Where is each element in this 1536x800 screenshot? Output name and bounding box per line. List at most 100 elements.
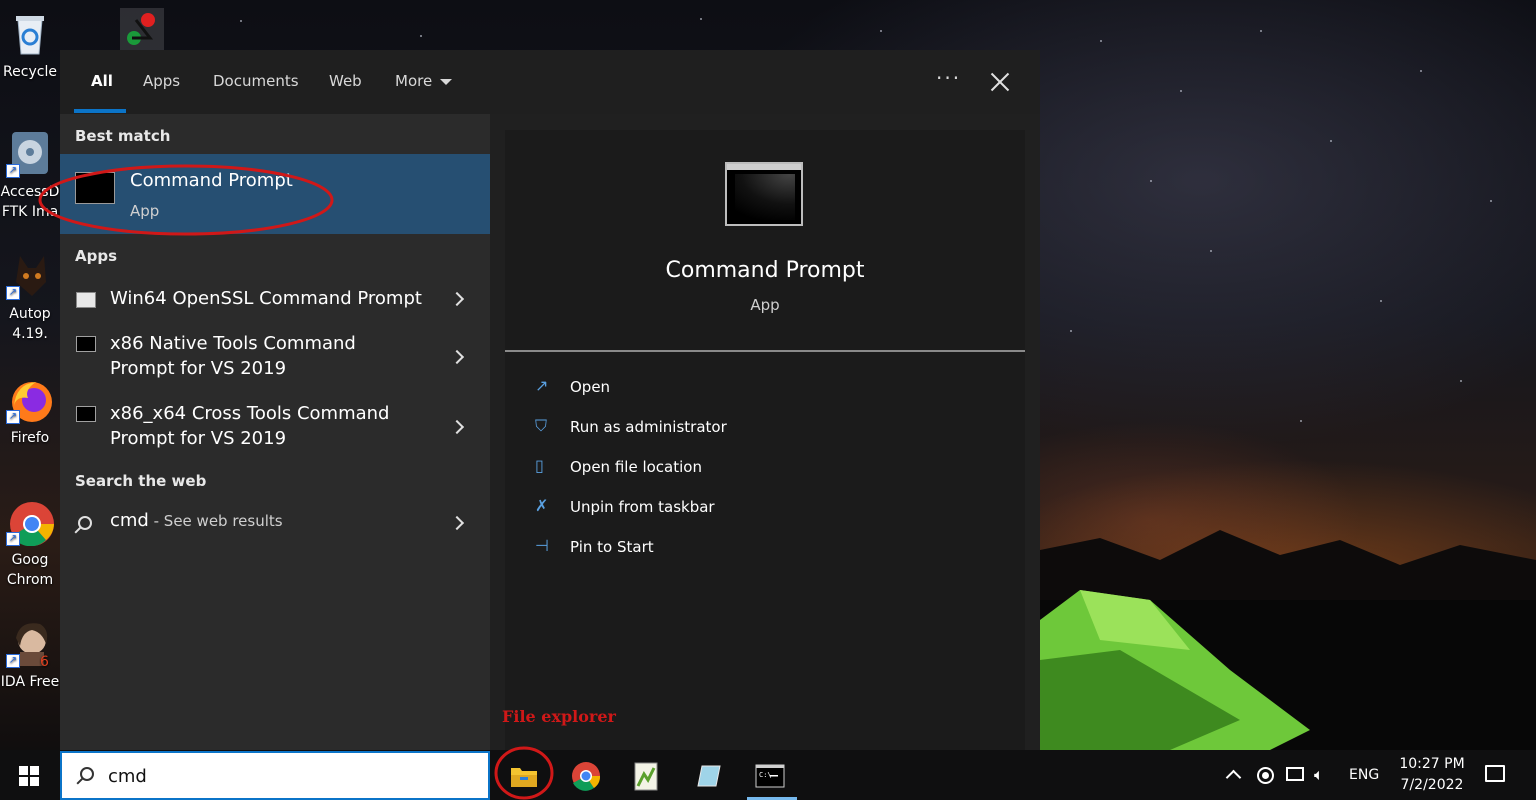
folder-location-icon: ▯ <box>535 456 544 475</box>
action-open-file-location[interactable]: ▯ Open file location <box>535 454 995 484</box>
search-web-heading: Search the web <box>75 472 207 490</box>
desktop-icon-label: Firefo <box>10 430 50 446</box>
desktop-icon-recycle-bin[interactable]: Recycle <box>0 10 60 82</box>
shortcut-arrow-icon: ↗ <box>6 164 20 178</box>
action-open[interactable]: ↗ Open <box>535 374 995 404</box>
active-tab-indicator <box>74 109 126 113</box>
desktop-icon-label-line2: 4.19. <box>12 326 48 342</box>
taskbar-command-prompt[interactable]: C:\ <box>752 758 788 794</box>
tab-apps[interactable]: Apps <box>143 72 180 90</box>
web-see-results: - See web results <box>148 512 283 530</box>
best-match-annotation-ellipse <box>38 164 334 236</box>
search-panel: All Apps Documents Web More ··· Best mat… <box>60 50 1040 750</box>
annotation-label: File explorer <box>502 707 616 726</box>
close-icon[interactable] <box>988 70 1012 94</box>
unpin-icon: ✗ <box>535 496 549 515</box>
taskbar-chrome[interactable] <box>568 758 604 794</box>
chevron-right-icon[interactable] <box>449 291 465 307</box>
notifications-icon[interactable] <box>1485 765 1505 782</box>
record-icon[interactable] <box>1257 767 1274 784</box>
desktop-icon-label-line2: Chrom <box>6 572 54 588</box>
chevron-right-icon[interactable] <box>449 349 465 365</box>
search-input[interactable] <box>108 761 468 791</box>
web-result-text: cmd - See web results <box>110 510 283 531</box>
app-result-win64-openssl[interactable]: Win64 OpenSSL Command Prompt <box>60 284 490 316</box>
svg-text:C:\: C:\ <box>759 771 772 779</box>
taskbar-app[interactable] <box>690 758 726 794</box>
preview-title: Command Prompt <box>665 258 865 283</box>
action-label: Open <box>570 378 611 396</box>
action-label: Unpin from taskbar <box>570 498 715 516</box>
desktop-icon-firefox[interactable]: ↗ Firefo <box>0 376 60 448</box>
search-icon <box>78 516 92 530</box>
chevron-right-icon[interactable] <box>449 515 465 531</box>
network-icon[interactable] <box>1286 767 1304 781</box>
chrome-icon <box>572 762 601 791</box>
web-result-cmd[interactable]: cmd - See web results <box>60 510 490 540</box>
action-pin-to-start[interactable]: ⊣ Pin to Start <box>535 534 995 564</box>
recycle-bin-icon <box>6 10 54 58</box>
preview-subtitle: App <box>750 296 780 314</box>
taskbar-notepad-plus[interactable] <box>628 758 664 794</box>
action-run-as-administrator[interactable]: ⛉ Run as administrator <box>535 414 995 444</box>
shield-icon: ⛉ <box>535 416 548 435</box>
tab-all[interactable]: All <box>91 72 113 90</box>
desktop-icon-label: Autop <box>9 306 51 322</box>
desktop-icon-label: Recycle <box>3 64 57 80</box>
command-prompt-icon: C:\ <box>755 764 785 788</box>
command-prompt-large-icon <box>725 162 803 226</box>
chevron-right-icon[interactable] <box>449 419 465 435</box>
windows-start-icon[interactable] <box>19 766 39 786</box>
clock-time: 10:27 PM <box>1399 756 1465 772</box>
open-icon: ↗ <box>535 376 549 395</box>
desktop-icon-chrome[interactable]: ↗ Goog Chrom <box>0 498 60 590</box>
openssl-icon <box>76 292 96 308</box>
system-tray: 🔈︎ ENG <box>1222 750 1386 800</box>
more-options-icon[interactable]: ··· <box>936 66 961 90</box>
ida-free-icon: 6 ↗ <box>6 620 54 670</box>
tab-more[interactable]: More <box>395 72 453 90</box>
app-icon <box>697 765 721 787</box>
taskbar-search-box[interactable] <box>60 751 490 800</box>
apps-heading: Apps <box>75 247 118 265</box>
command-prompt-icon <box>76 336 96 352</box>
tab-web[interactable]: Web <box>329 72 362 90</box>
best-match-heading: Best match <box>75 127 171 145</box>
preview-divider <box>505 350 1025 352</box>
file-explorer-annotation-circle <box>494 746 554 800</box>
volume-icon[interactable]: 🔈︎ <box>1314 765 1324 785</box>
search-icon <box>80 767 94 781</box>
shortcut-arrow-icon: ↗ <box>6 410 20 424</box>
clock[interactable]: 10:27 PM 7/2/2022 <box>1388 754 1476 796</box>
chevron-up-icon[interactable] <box>1225 769 1242 786</box>
pin-icon: ⊣ <box>535 536 549 555</box>
shortcut-arrow-icon: ↗ <box>6 654 20 668</box>
shortcut-arrow-icon: ↗ <box>6 532 20 546</box>
app-result-name: Win64 OpenSSL Command Prompt <box>110 288 422 309</box>
preview-pane: Command Prompt App ↗ Open ⛉ Run as admin… <box>505 130 1025 750</box>
search-tabs: All Apps Documents Web More ··· <box>60 50 1040 114</box>
clock-date: 7/2/2022 <box>1400 777 1464 793</box>
action-unpin-from-taskbar[interactable]: ✗ Unpin from taskbar <box>535 494 995 524</box>
app-shortcut-icon <box>118 8 166 56</box>
app-result-name: x86_x64 Cross Tools Command Prompt for V… <box>110 403 390 449</box>
web-query: cmd <box>110 510 149 531</box>
desktop-icon-autopsy[interactable]: ↗ Autop 4.19. <box>0 252 60 344</box>
autopsy-icon: ↗ <box>6 252 54 300</box>
notepad-plus-icon <box>634 762 658 791</box>
language-indicator[interactable]: ENG <box>1349 767 1379 783</box>
action-label: Run as administrator <box>570 418 727 436</box>
firefox-icon: ↗ <box>6 376 54 424</box>
caret-down-icon <box>440 78 453 85</box>
desktop-icon-ida-free[interactable]: 6 ↗ IDA Free <box>0 620 60 692</box>
command-prompt-icon <box>76 406 96 422</box>
app-result-x86-native-tools[interactable]: x86 Native Tools Command Prompt for VS 2… <box>60 330 490 386</box>
desktop-icon-label: IDA Free <box>0 674 60 690</box>
chrome-icon: ↗ <box>6 498 54 547</box>
mountain-landscape <box>1040 530 1536 750</box>
app-result-x86-x64-cross-tools[interactable]: x86_x64 Cross Tools Command Prompt for V… <box>60 400 490 456</box>
tab-documents[interactable]: Documents <box>213 72 299 90</box>
action-label: Pin to Start <box>570 538 654 556</box>
app-result-name: x86 Native Tools Command Prompt for VS 2… <box>110 333 356 379</box>
desktop-icon-label: Goog <box>11 552 49 568</box>
